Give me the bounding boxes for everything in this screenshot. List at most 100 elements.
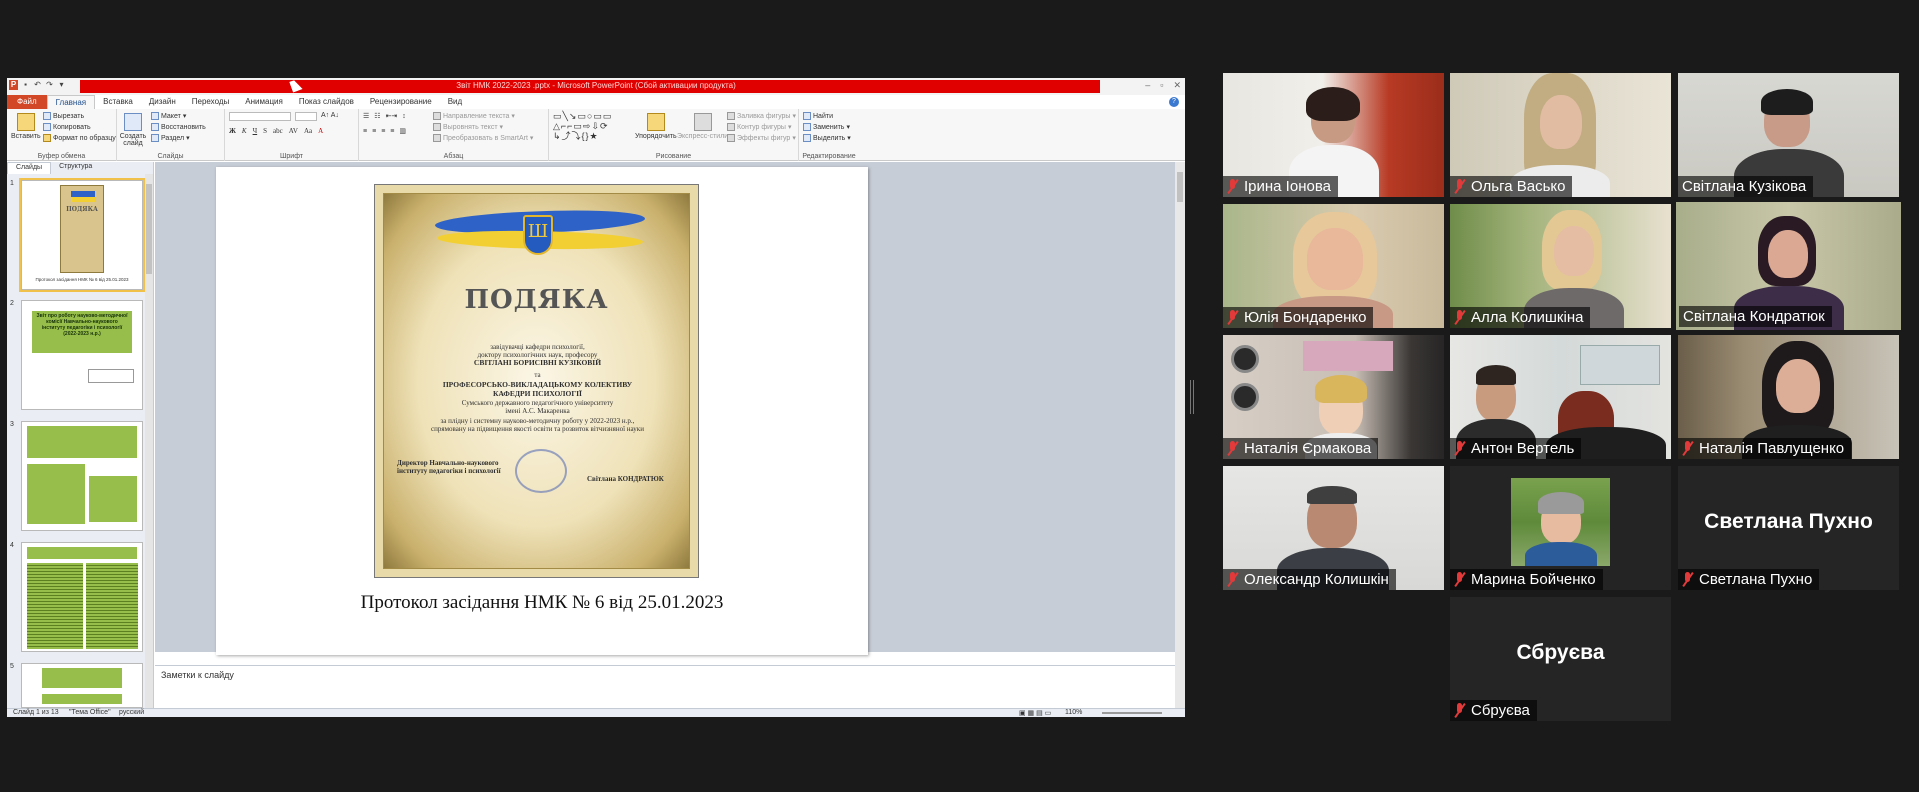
format-painter-button[interactable]: Формат по образцу: [43, 134, 116, 142]
slide-thumbnail-1[interactable]: 1 ПОДЯКА Протокол засідання НМК № 6 від …: [10, 178, 145, 292]
tab-file[interactable]: Файл: [7, 95, 47, 109]
align-right-icon[interactable]: ≡: [381, 128, 385, 135]
copy-button[interactable]: Копировать: [43, 123, 91, 131]
participant-tile[interactable]: Марина Бойченко: [1450, 466, 1671, 590]
shape-fill-button[interactable]: Заливка фигуры ▾: [727, 112, 796, 120]
spacing-icon[interactable]: AV: [289, 127, 298, 135]
certificate-line: імені А.С. Макаренка: [505, 407, 570, 415]
strike-icon[interactable]: abc: [273, 127, 283, 135]
participant-tile[interactable]: Юлія Бондаренко: [1223, 204, 1444, 328]
participant-tile[interactable]: Ольга Васько: [1450, 73, 1671, 197]
indent-icon[interactable]: ⇤⇥: [386, 112, 398, 120]
participant-tile[interactable]: Наталія Єрмакова: [1223, 335, 1444, 459]
tab-outline[interactable]: Структура: [51, 162, 100, 174]
find-button[interactable]: Найти: [803, 112, 833, 120]
customize-icon[interactable]: ▾: [57, 80, 66, 90]
paste-button[interactable]: Вставить: [11, 113, 41, 140]
slide-number: 5: [10, 663, 14, 670]
slide-thumbnail-3[interactable]: 3: [10, 421, 145, 533]
align-buttons[interactable]: ≡ ≡ ≡ ≡ ▥: [363, 127, 406, 136]
thumbnail-preview: [21, 542, 143, 652]
current-slide[interactable]: Ш ПОДЯКА завідувачці кафедри психології,…: [216, 167, 868, 655]
pane-scrollbar[interactable]: [145, 174, 153, 708]
participant-tile[interactable]: Светлана Пухно Светлана Пухно: [1678, 466, 1899, 590]
participant-tile[interactable]: Олександр Колишкін: [1223, 466, 1444, 590]
tab-design[interactable]: Дизайн: [141, 95, 184, 109]
tab-insert[interactable]: Вставка: [95, 95, 141, 109]
slide-thumbnail-2[interactable]: 2 Звіт про роботу науково-методичної ком…: [10, 300, 145, 412]
replace-button[interactable]: Заменить ▾: [803, 123, 850, 131]
minimize-icon[interactable]: –: [1145, 80, 1150, 91]
quick-styles-button[interactable]: Экспресс-стили: [677, 113, 728, 140]
tab-slideshow[interactable]: Показ слайдов: [291, 95, 362, 109]
zoom-level[interactable]: 110%: [1065, 709, 1082, 716]
cut-button[interactable]: Вырезать: [43, 112, 84, 120]
font-color-icon[interactable]: A: [318, 127, 323, 135]
bullets-icon[interactable]: ☰: [363, 112, 369, 120]
columns-icon[interactable]: ▥: [399, 127, 406, 135]
select-button[interactable]: Выделить ▾: [803, 134, 851, 142]
redo-icon[interactable]: ↷: [45, 80, 54, 90]
undo-icon[interactable]: ↶: [33, 80, 42, 90]
grow-font-icon[interactable]: A↑ A↓: [321, 112, 339, 119]
notes-pane[interactable]: Заметки к слайду: [155, 665, 1175, 708]
align-left-icon[interactable]: ≡: [363, 128, 367, 135]
slide-thumbnail-4[interactable]: 4: [10, 542, 145, 654]
certificate-image[interactable]: Ш ПОДЯКА завідувачці кафедри психології,…: [374, 184, 699, 578]
participant-tile[interactable]: Сбруєва Сбруєва: [1450, 597, 1671, 721]
smartart-button[interactable]: Преобразовать в SmartArt ▾: [433, 134, 533, 142]
language[interactable]: русский: [119, 709, 144, 716]
case-icon[interactable]: Aa: [304, 127, 312, 135]
participant-tile[interactable]: Алла Колишкіна: [1450, 204, 1671, 328]
layout-button[interactable]: Макет ▾: [151, 112, 186, 120]
help-icon[interactable]: ?: [1169, 97, 1179, 107]
numbering-icon[interactable]: ☷: [374, 112, 380, 120]
reset-button[interactable]: Восстановить: [151, 123, 206, 131]
editor-scrollbar[interactable]: [1175, 162, 1185, 708]
slide-caption[interactable]: Протокол засідання НМК № 6 від 25.01.202…: [216, 592, 868, 614]
justify-icon[interactable]: ≡: [390, 128, 394, 135]
slide-thumbnail-5[interactable]: 5: [10, 663, 145, 708]
font-style-buttons[interactable]: Ж К Ч Sabc AV Aa A: [229, 127, 323, 135]
underline-icon[interactable]: Ч: [253, 127, 258, 135]
italic-icon[interactable]: К: [242, 127, 247, 135]
new-slide-button[interactable]: Создать слайд: [120, 113, 146, 147]
restore-icon[interactable]: ▫: [1160, 80, 1163, 91]
tab-view[interactable]: Вид: [440, 95, 470, 109]
align-center-icon[interactable]: ≡: [372, 128, 376, 135]
arrange-button[interactable]: Упорядочить: [635, 113, 677, 140]
fill-icon: [727, 112, 735, 120]
certificate-line: СВІТЛАНІ БОРИСІВНІ КУЗІКОВІЙ: [473, 358, 602, 367]
shape-effects-button[interactable]: Эффекты фигур ▾: [727, 134, 796, 142]
tab-transitions[interactable]: Переходы: [184, 95, 238, 109]
participant-tile[interactable]: Ірина Іонова: [1223, 73, 1444, 197]
view-buttons[interactable]: ▣ ▦ ▤ ▭: [1019, 709, 1051, 717]
font-name-box[interactable]: [229, 112, 291, 121]
participant-tile[interactable]: Наталія Павлущенко: [1678, 335, 1899, 459]
participant-tile[interactable]: Антон Вертель: [1450, 335, 1671, 459]
close-icon[interactable]: ✕: [1173, 80, 1181, 91]
tab-review[interactable]: Рецензирование: [362, 95, 440, 109]
shadow-icon[interactable]: S: [263, 127, 267, 135]
shape-outline-button[interactable]: Контур фигуры ▾: [727, 123, 791, 131]
bold-icon[interactable]: Ж: [229, 127, 236, 135]
panel-resize-handle[interactable]: [1190, 380, 1194, 414]
shared-screen-powerpoint[interactable]: Звіт НМК 2022-2023 .pptx - Microsoft Pow…: [7, 78, 1185, 717]
shapes-gallery[interactable]: ▭╲↘▭○▭▭ △⌐⌐▭⇨⇩⟳ ↳⤴⤵{}★: [553, 111, 623, 141]
font-size-box[interactable]: [295, 112, 317, 121]
save-icon[interactable]: ▪: [21, 80, 30, 90]
tab-home[interactable]: Главная: [46, 95, 96, 109]
scroll-thumb[interactable]: [146, 184, 152, 274]
align-text-button[interactable]: Выровнять текст ▾: [433, 123, 503, 131]
text-direction-button[interactable]: Направление текста ▾: [433, 112, 515, 120]
participant-tile[interactable]: Світлана Кузікова: [1678, 73, 1899, 197]
tab-animations[interactable]: Анимация: [237, 95, 291, 109]
zoom-slider[interactable]: [1102, 712, 1162, 714]
section-button[interactable]: Раздел ▾: [151, 134, 190, 142]
text-direction-icon: [433, 112, 441, 120]
tab-slides[interactable]: Слайды: [7, 162, 52, 174]
scroll-thumb[interactable]: [1177, 172, 1183, 202]
list-buttons[interactable]: ☰ ☷ ⇤⇥ ↕: [363, 112, 406, 121]
line-spacing-icon[interactable]: ↕: [402, 113, 406, 120]
participant-tile-active-speaker[interactable]: Світлана Кондратюк: [1676, 202, 1901, 330]
